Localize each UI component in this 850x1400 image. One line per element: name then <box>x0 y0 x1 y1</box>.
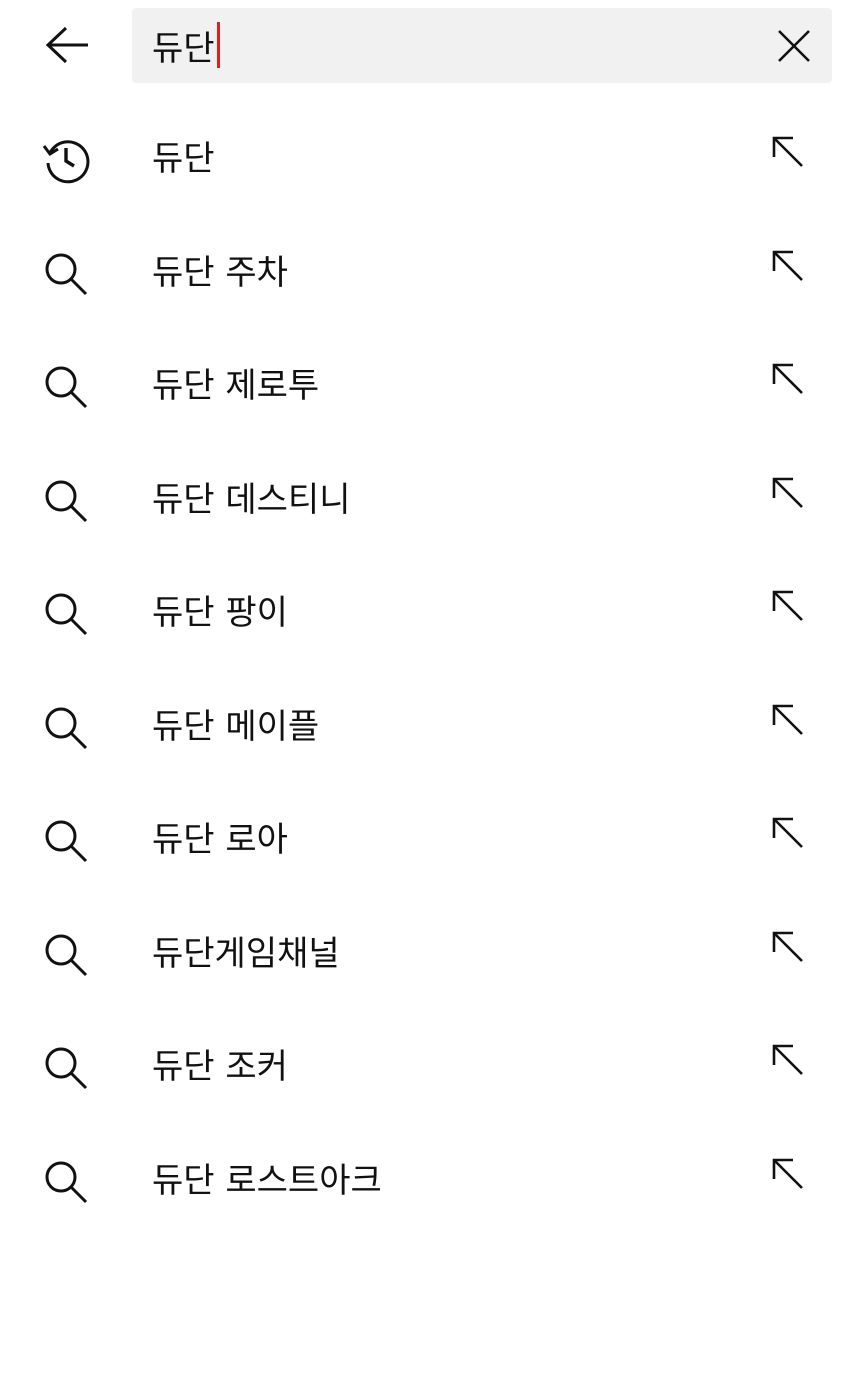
close-icon <box>778 30 810 62</box>
suggestion-row[interactable]: 듀단 데스티니 <box>0 443 850 557</box>
arrow-up-left-icon <box>771 703 805 737</box>
search-query-text: 듀단 <box>152 28 215 69</box>
search-icon <box>40 475 92 527</box>
suggestion-row[interactable]: 듀단 조커 <box>0 1010 850 1124</box>
suggestion-label: 듀단 주차 <box>152 252 288 293</box>
fill-query-button[interactable] <box>766 811 810 855</box>
search-icon <box>40 1156 92 1208</box>
arrow-up-left-icon <box>771 249 805 283</box>
suggestion-row[interactable]: 듀단 팡이 <box>0 556 850 670</box>
back-button[interactable] <box>40 18 94 72</box>
history-icon <box>40 134 92 186</box>
suggestion-row[interactable]: 듀단 메이플 <box>0 670 850 784</box>
search-icon <box>40 702 92 754</box>
fill-query-button[interactable] <box>766 698 810 742</box>
search-icon <box>40 588 92 640</box>
arrow-up-left-icon <box>771 930 805 964</box>
suggestion-list: 듀단듀단 주차듀단 제로투듀단 데스티니듀단 팡이듀단 메이플듀단 로아듀단게임… <box>0 102 850 1237</box>
search-icon <box>40 815 92 867</box>
suggestion-label: 듀단 로스트아크 <box>152 1160 382 1201</box>
arrow-up-left-icon <box>771 362 805 396</box>
fill-query-button[interactable] <box>766 130 810 174</box>
arrow-up-left-icon <box>771 476 805 510</box>
fill-query-button[interactable] <box>766 1152 810 1196</box>
suggestion-label: 듀단게임채널 <box>152 933 340 974</box>
suggestion-row[interactable]: 듀단 <box>0 102 850 216</box>
suggestion-label: 듀단 데스티니 <box>152 479 351 520</box>
suggestion-row[interactable]: 듀단 로스트아크 <box>0 1124 850 1238</box>
clear-search-button[interactable] <box>772 24 816 68</box>
text-caret <box>216 22 220 68</box>
arrow-up-left-icon <box>771 1157 805 1191</box>
suggestion-row[interactable]: 듀단게임채널 <box>0 897 850 1011</box>
arrow-left-icon <box>45 26 88 64</box>
suggestion-label: 듀단 로아 <box>152 820 288 860</box>
arrow-up-left-icon <box>771 135 805 169</box>
arrow-up-left-icon <box>771 816 805 850</box>
fill-query-button[interactable] <box>766 584 810 628</box>
suggestion-label: 듀단 팡이 <box>152 593 288 633</box>
search-icon <box>40 361 92 413</box>
fill-query-button[interactable] <box>766 925 810 969</box>
search-icon <box>40 248 92 300</box>
suggestion-row[interactable]: 듀단 로아 <box>0 783 850 897</box>
fill-query-button[interactable] <box>766 244 810 288</box>
suggestion-row[interactable]: 듀단 주차 <box>0 216 850 330</box>
fill-query-button[interactable] <box>766 357 810 401</box>
suggestion-label: 듀단 <box>152 139 215 179</box>
arrow-up-left-icon <box>771 589 805 623</box>
suggestion-label: 듀단 조커 <box>152 1047 288 1087</box>
search-icon <box>40 929 92 981</box>
search-icon <box>40 1042 92 1094</box>
search-box[interactable]: 듀단 <box>132 8 832 83</box>
arrow-up-left-icon <box>771 1043 805 1077</box>
fill-query-button[interactable] <box>766 1038 810 1082</box>
suggestion-row[interactable]: 듀단 제로투 <box>0 329 850 443</box>
suggestion-label: 듀단 제로투 <box>152 366 320 406</box>
fill-query-button[interactable] <box>766 471 810 515</box>
suggestion-label: 듀단 메이플 <box>152 706 320 747</box>
search-input[interactable]: 듀단 <box>152 22 220 69</box>
